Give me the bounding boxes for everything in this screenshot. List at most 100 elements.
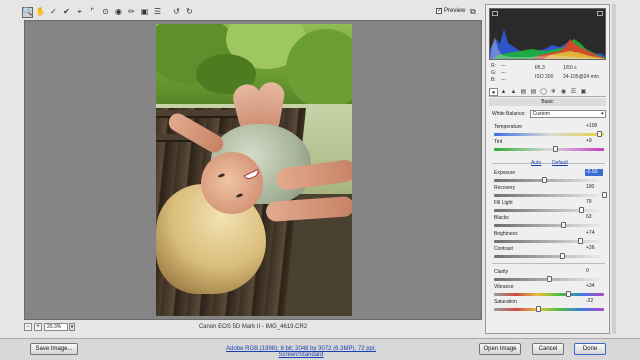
slider-thumb[interactable] bbox=[552, 146, 558, 152]
slider-thumb[interactable] bbox=[560, 253, 566, 259]
color-sampler-icon[interactable]: ✔ bbox=[61, 7, 72, 18]
tab-tone-curve[interactable]: ▲ bbox=[499, 88, 508, 96]
chevron-down-icon: ▾ bbox=[601, 111, 604, 117]
panel-tabs: ● ▲ ▲ ▤ ▤ ◯ ❄ ◉ ☰ ▣ bbox=[489, 87, 606, 97]
slider-blacks: Blacks 63 bbox=[492, 214, 607, 231]
panel-scrollbar[interactable] bbox=[612, 4, 616, 334]
slider-value-field[interactable]: 79 bbox=[585, 199, 603, 206]
tab-basic[interactable]: ● bbox=[489, 87, 498, 96]
slider-value-field[interactable]: 63 bbox=[585, 214, 603, 221]
slider-thumb[interactable] bbox=[578, 207, 584, 213]
tab-presets[interactable]: ☰ bbox=[569, 88, 578, 96]
slider-contrast: Contrast +36 bbox=[492, 245, 607, 262]
fullscreen-icon[interactable]: ⧉ bbox=[470, 7, 476, 17]
preferences-icon[interactable]: ☰ bbox=[152, 7, 163, 18]
shadow-clipping-icon[interactable] bbox=[492, 11, 498, 16]
preview-toggle[interactable]: ✓ Preview bbox=[436, 8, 465, 14]
tab-lens-corrections[interactable]: ◯ bbox=[539, 88, 548, 96]
workflow-options-link[interactable]: Adobe RGB (1998); 8 bit; 2048 by 3072 (6… bbox=[216, 346, 386, 358]
slider-thumb[interactable] bbox=[565, 291, 571, 297]
slider-value-field[interactable]: +100 bbox=[585, 123, 603, 130]
g-value: --- bbox=[501, 70, 506, 76]
shutter-value: 1/50 s bbox=[563, 65, 577, 71]
preview-label: Preview bbox=[444, 8, 466, 14]
auto-link[interactable]: Auto bbox=[531, 160, 541, 166]
tab-hsl[interactable]: ▤ bbox=[519, 88, 528, 96]
slider-value-field[interactable]: -22 bbox=[585, 298, 603, 305]
crop-icon[interactable]: ⌖ bbox=[74, 7, 85, 18]
section-title: Basic bbox=[489, 98, 606, 106]
tab-snapshots[interactable]: ▣ bbox=[579, 88, 588, 96]
retouch-icon[interactable]: ⊙ bbox=[100, 7, 111, 18]
b-label: B: bbox=[491, 77, 496, 83]
slider-value-field[interactable]: 100 bbox=[585, 184, 603, 191]
slider-track[interactable] bbox=[494, 194, 604, 197]
cancel-button[interactable]: Cancel bbox=[532, 343, 564, 355]
slider-value-field[interactable]: +74 bbox=[585, 230, 603, 237]
white-balance-icon[interactable]: ✓ bbox=[48, 7, 59, 18]
section-divider bbox=[492, 163, 605, 164]
slider-value-field[interactable]: 0 bbox=[585, 268, 603, 275]
tab-camera-calibration[interactable]: ◉ bbox=[559, 88, 568, 96]
slider-label: Brightness bbox=[494, 231, 518, 237]
adjustment-panel: R: --- G: --- B: --- f/6.3 1/50 s ISO 20… bbox=[485, 4, 610, 334]
slider-thumb[interactable] bbox=[561, 222, 567, 228]
red-eye-icon[interactable]: ◉ bbox=[113, 7, 124, 18]
slider-value-field[interactable]: +36 bbox=[585, 245, 603, 252]
save-image-button[interactable]: Save Image... bbox=[30, 343, 78, 355]
slider-thumb[interactable] bbox=[596, 131, 602, 137]
slider-thumb[interactable] bbox=[536, 306, 541, 312]
b-value: --- bbox=[501, 77, 506, 83]
rotate-left-icon[interactable]: ↺ bbox=[171, 7, 182, 18]
r-label: R: bbox=[491, 63, 496, 69]
rotate-right-icon[interactable]: ↻ bbox=[184, 7, 195, 18]
slider-thumb[interactable] bbox=[602, 192, 607, 198]
slider-thumb[interactable] bbox=[541, 177, 547, 183]
highlight-clipping-icon[interactable] bbox=[597, 11, 603, 16]
slider-label: Recovery bbox=[494, 185, 516, 191]
slider-value-field[interactable]: +34 bbox=[585, 283, 603, 290]
slider-label: Contrast bbox=[494, 246, 513, 252]
slider-track[interactable] bbox=[494, 133, 604, 136]
default-link[interactable]: Default bbox=[552, 160, 568, 166]
slider-label: Vibrance bbox=[494, 284, 514, 290]
white-balance-label: White Balance: bbox=[492, 111, 526, 117]
image-canvas[interactable] bbox=[24, 20, 482, 320]
white-balance-select[interactable]: Custom ▾ bbox=[529, 110, 606, 118]
photo-preview bbox=[156, 24, 352, 316]
straighten-icon[interactable]: ⌜ bbox=[87, 7, 98, 18]
camera-raw-dialog: 🔍 ✋ ✓ ✔ ⌖ ⌜ ⊙ ◉ ✏ ▣ ☰ ↺ ↻ ✓ Preview ⧉ − … bbox=[0, 0, 640, 360]
tab-effects[interactable]: ❄ bbox=[549, 88, 558, 96]
slider-label: Tint bbox=[494, 139, 503, 145]
pixel-info: R: --- G: --- B: --- f/6.3 1/50 s ISO 20… bbox=[491, 63, 606, 85]
slider-label: Fill Light bbox=[494, 200, 513, 206]
slider-thumb[interactable] bbox=[547, 276, 552, 282]
slider-thumb[interactable] bbox=[577, 238, 583, 244]
open-image-button[interactable]: Open Image bbox=[479, 343, 521, 355]
tab-detail[interactable]: ▲ bbox=[509, 88, 518, 96]
zoom-icon[interactable]: 🔍 bbox=[22, 6, 33, 18]
done-button[interactable]: Done bbox=[574, 343, 606, 355]
slider-track[interactable] bbox=[494, 209, 604, 212]
tab-split-toning[interactable]: ▤ bbox=[529, 88, 538, 96]
slider-value-field[interactable]: +9 bbox=[585, 138, 603, 145]
slider-track[interactable] bbox=[494, 308, 604, 311]
slider-track[interactable] bbox=[494, 148, 604, 151]
slider-track[interactable] bbox=[494, 179, 604, 182]
footer-bar: Save Image... Adobe RGB (1998); 8 bit; 2… bbox=[0, 338, 640, 360]
slider-track[interactable] bbox=[494, 240, 604, 243]
iso-value: ISO 200 bbox=[535, 74, 554, 80]
slider-label: Saturation bbox=[494, 299, 517, 305]
slider-track[interactable] bbox=[494, 224, 604, 227]
adjustment-brush-icon[interactable]: ✏ bbox=[126, 7, 137, 18]
slider-track[interactable] bbox=[494, 255, 604, 258]
slider-value-field[interactable]: -0.50 bbox=[585, 169, 603, 176]
graduated-filter-icon[interactable]: ▣ bbox=[139, 7, 150, 18]
histogram bbox=[489, 8, 606, 60]
zoom-bar: − + 20.3% ▾ Canon EOS 5D Mark II - IMG_4… bbox=[24, 322, 482, 332]
slider-label: Blacks bbox=[494, 215, 509, 221]
hand-icon[interactable]: ✋ bbox=[35, 7, 46, 18]
section-divider bbox=[492, 263, 605, 264]
slider-track[interactable] bbox=[494, 293, 604, 296]
preview-checkbox[interactable]: ✓ bbox=[436, 8, 442, 14]
